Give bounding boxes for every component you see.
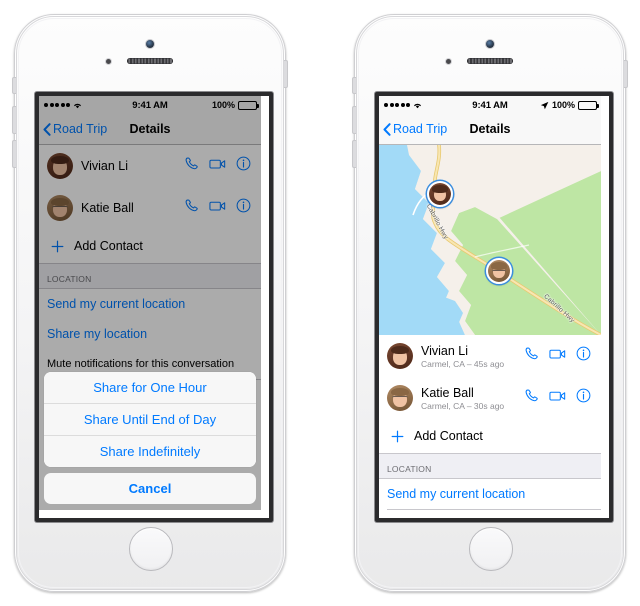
contact-name-block: Vivian Li Carmel, CA – 45s ago (421, 344, 524, 369)
iphone-left: 9:41 AM 100% Road Trip Details Vivian Li… (12, 14, 288, 592)
video-icon[interactable] (549, 347, 566, 365)
battery-icon (578, 100, 599, 110)
location-arrow-icon (540, 101, 549, 110)
volume-down-button[interactable] (12, 140, 16, 168)
earpiece-speaker-icon (467, 58, 513, 64)
phone-icon[interactable] (524, 388, 539, 408)
table-row[interactable]: Vivian Li Carmel, CA – 45s ago (379, 335, 601, 377)
details-list: Vivian Li Carmel, CA – 45s ago Katie Bal… (379, 335, 601, 509)
share-indefinitely-button[interactable]: Share Indefinitely (44, 435, 256, 467)
action-sheet: Share for One Hour Share Until End of Da… (44, 372, 256, 504)
screen-right: 9:41 AM 100% Road Trip Details Cabrillo … (375, 92, 613, 522)
phone-icon[interactable] (524, 346, 539, 366)
avatar (429, 183, 451, 205)
front-camera-icon (486, 40, 494, 48)
share-one-hour-button[interactable]: Share for One Hour (44, 372, 256, 403)
add-contact-button[interactable]: Add Contact (379, 419, 601, 453)
volume-up-button[interactable] (12, 106, 16, 134)
iphone-right: 9:41 AM 100% Road Trip Details Cabrillo … (352, 14, 628, 592)
map-view[interactable]: Cabrillo Hwy Cabrillo Hwy (379, 145, 601, 335)
contact-location-subtitle: Carmel, CA – 45s ago (421, 358, 505, 369)
map-pin-vivian[interactable] (427, 181, 453, 207)
screenshot-stage: 9:41 AM 100% Road Trip Details Vivian Li… (0, 0, 640, 606)
contact-location-subtitle: Carmel, CA – 30s ago (421, 400, 505, 411)
screen-left: 9:41 AM 100% Road Trip Details Vivian Li… (35, 92, 273, 522)
proximity-sensor-icon (446, 59, 451, 64)
sleep-wake-button[interactable] (624, 60, 628, 88)
status-bar-right: 100% (540, 100, 599, 110)
section-header-location: LOCATION (379, 453, 601, 479)
battery-percent-label: 100% (551, 100, 575, 110)
avatar (488, 260, 510, 282)
cancel-button[interactable]: Cancel (44, 473, 256, 504)
earpiece-speaker-icon (127, 58, 173, 64)
sleep-wake-button[interactable] (284, 60, 288, 88)
action-sheet-options: Share for One Hour Share Until End of Da… (44, 372, 256, 467)
volume-up-button[interactable] (352, 106, 356, 134)
table-row[interactable]: Katie Ball Carmel, CA – 30s ago (379, 377, 601, 419)
send-current-location-button[interactable]: Send my current location (379, 479, 601, 509)
share-end-of-day-button[interactable]: Share Until End of Day (44, 403, 256, 435)
proximity-sensor-icon (106, 59, 111, 64)
status-bar: 9:41 AM 100% (379, 96, 601, 114)
page-title: Details (469, 122, 511, 136)
row-actions (524, 346, 593, 366)
volume-down-button[interactable] (352, 140, 356, 168)
info-icon[interactable] (576, 346, 591, 366)
map-canvas (379, 145, 601, 335)
map-pin-katie[interactable] (486, 258, 512, 284)
home-button[interactable] (129, 527, 173, 571)
front-camera-icon (146, 40, 154, 48)
avatar (387, 343, 413, 369)
video-icon[interactable] (549, 389, 566, 407)
contact-name: Katie Ball (421, 385, 474, 400)
info-icon[interactable] (576, 388, 591, 408)
row-actions (524, 388, 593, 408)
home-button[interactable] (469, 527, 513, 571)
contact-name: Vivian Li (421, 343, 469, 358)
add-contact-label: Add Contact (414, 429, 483, 443)
plus-icon (390, 430, 405, 443)
navigation-bar: Road Trip Details (379, 114, 601, 145)
contact-name-block: Katie Ball Carmel, CA – 30s ago (421, 386, 524, 411)
send-current-location-label: Send my current location (387, 487, 526, 501)
mute-switch[interactable] (12, 77, 16, 94)
avatar (387, 385, 413, 411)
mute-switch[interactable] (352, 77, 356, 94)
